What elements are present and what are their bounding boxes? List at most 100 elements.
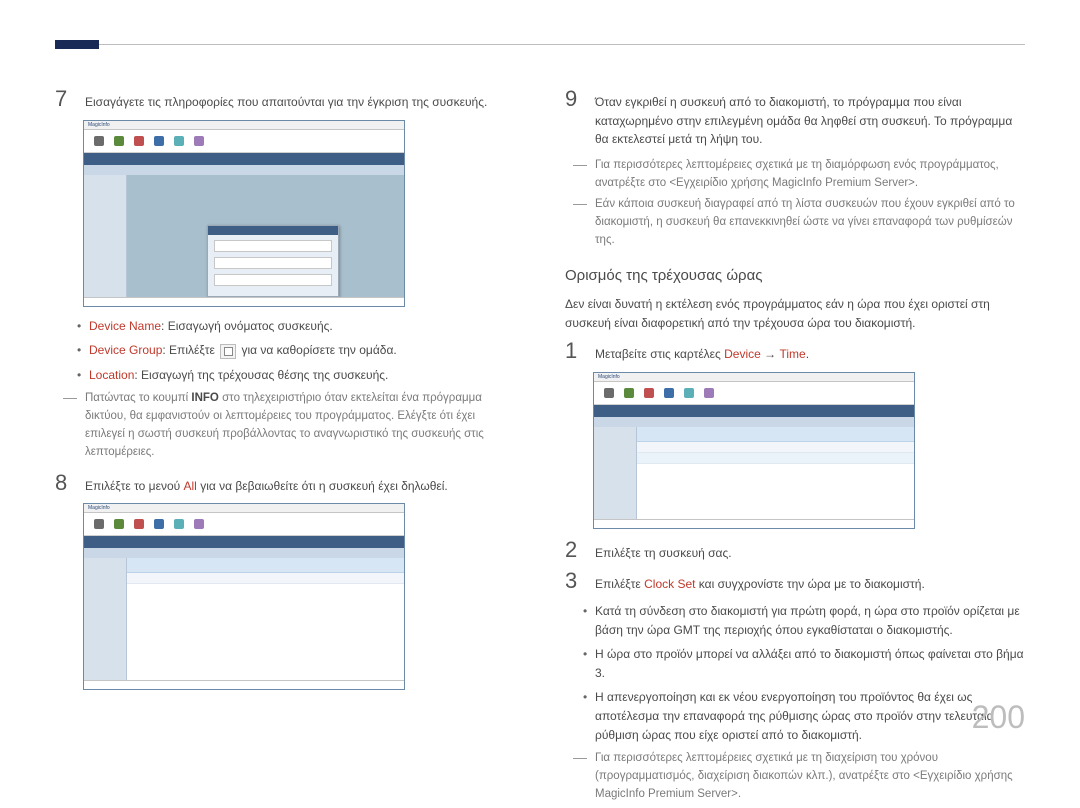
step-number: 1	[565, 340, 581, 362]
approval-dialog	[207, 225, 339, 297]
heading-set-time: Ορισμός της τρέχουσας ώρας	[565, 264, 1025, 287]
step-text: Επιλέξτε Clock Set και συγχρονίστε την ώ…	[595, 570, 925, 594]
sub-bullet: Η ώρα στο προϊόν μπορεί να αλλάξει από τ…	[583, 645, 1025, 682]
intro-text: Δεν είναι δυνατή η εκτέλεση ενός προγράμ…	[565, 295, 1025, 332]
step-text: Επιλέξτε το μενού All για να βεβαιωθείτε…	[85, 472, 448, 496]
toolbar-icon	[664, 388, 674, 398]
toolbar-icon	[174, 136, 184, 146]
term-location: Location	[89, 368, 134, 382]
note-text: Για περισσότερες λεπτομέρειες σχετικά με…	[595, 157, 1025, 193]
toolbar-icon	[94, 519, 104, 529]
list-header-row	[637, 427, 914, 442]
bullet-device-group: Device Group: Επιλέξτε για να καθορίσετε…	[77, 341, 515, 360]
screenshot-banner	[84, 536, 404, 548]
screenshot-banner	[84, 153, 404, 165]
toolbar-icon	[134, 136, 144, 146]
screenshot-toolbar	[594, 382, 914, 405]
note-dash-icon	[63, 398, 77, 461]
toolbar-icon	[194, 136, 204, 146]
dialog-field	[214, 240, 332, 252]
header-rule	[55, 40, 1025, 49]
toolbar-icon	[704, 388, 714, 398]
toolbar-icon	[154, 136, 164, 146]
sub-bullet: Κατά τη σύνδεση στο διακομιστή για πρώτη…	[583, 602, 1025, 639]
toolbar-icon	[114, 519, 124, 529]
toolbar-icon	[134, 519, 144, 529]
screenshot-toolbar	[84, 513, 404, 536]
screenshot-titlebar: MagicInfo	[594, 373, 914, 382]
screenshot-time-tab: MagicInfo	[593, 372, 915, 529]
group-select-icon	[220, 344, 236, 359]
page-number: 200	[972, 693, 1025, 743]
list-header-row	[127, 558, 404, 573]
screenshot-body	[84, 175, 404, 300]
list-row	[637, 442, 914, 453]
term-device-name: Device Name	[89, 319, 161, 333]
screenshot-titlebar: MagicInfo	[84, 121, 404, 130]
note-text: Πατώντας το κουμπί INFO στο τηλεχειριστή…	[85, 390, 515, 461]
step-number: 7	[55, 88, 71, 110]
step-text: Μεταβείτε στις καρτέλες Device → Time.	[595, 340, 809, 364]
screenshot-list	[637, 427, 914, 522]
step-number: 2	[565, 539, 581, 561]
screenshot-toolbar	[84, 130, 404, 153]
note-time-manual: Για περισσότερες λεπτομέρειες σχετικά με…	[573, 750, 1025, 803]
screenshot-sidebar	[84, 175, 127, 300]
note-info-button: Πατώντας το κουμπί INFO στο τηλεχειριστή…	[63, 390, 515, 461]
note-dash-icon	[573, 165, 587, 193]
left-column: 7 Εισαγάγετε τις πληροφορίες που απαιτού…	[55, 88, 515, 808]
time-sub-bullets: Κατά τη σύνδεση στο διακομιστή για πρώτη…	[583, 602, 1025, 744]
screenshot-list	[127, 558, 404, 683]
screenshot-subbar	[84, 548, 404, 558]
bullet-location: Location: Εισαγωγή της τρέχουσας θέσης τ…	[77, 366, 515, 385]
time-step-2: 2 Επιλέξτε τη συσκευή σας.	[565, 539, 1025, 563]
bullet-device-name: Device Name: Εισαγωγή ονόματος συσκευής.	[77, 317, 515, 336]
screenshot-footer	[84, 297, 404, 306]
document-page: 7 Εισαγάγετε τις πληροφορίες που απαιτού…	[0, 0, 1080, 763]
list-row	[127, 573, 404, 584]
step-8: 8 Επιλέξτε το μενού All για να βεβαιωθεί…	[55, 472, 515, 496]
step-number: 3	[565, 570, 581, 592]
dialog-header	[208, 226, 338, 235]
screenshot-footer	[84, 680, 404, 689]
toolbar-icon	[154, 519, 164, 529]
step-9: 9 Όταν εγκριθεί η συσκευή από το διακομι…	[565, 88, 1025, 149]
screenshot-banner	[594, 405, 914, 417]
screenshot-titlebar: MagicInfo	[84, 504, 404, 513]
step-text: Επιλέξτε τη συσκευή σας.	[595, 539, 732, 563]
note-manual-ref: Για περισσότερες λεπτομέρειες σχετικά με…	[573, 157, 1025, 193]
screenshot-body	[84, 558, 404, 683]
screenshot-device-list: MagicInfo	[83, 503, 405, 690]
screenshot-main	[127, 175, 404, 300]
right-column: 9 Όταν εγκριθεί η συσκευή από το διακομι…	[565, 88, 1025, 808]
two-column-layout: 7 Εισαγάγετε τις πληροφορίες που απαιτού…	[55, 88, 1025, 808]
screenshot-body	[594, 427, 914, 522]
step-number: 9	[565, 88, 581, 110]
step-7: 7 Εισαγάγετε τις πληροφορίες που απαιτού…	[55, 88, 515, 112]
list-row	[637, 453, 914, 464]
header-line	[99, 44, 1025, 45]
header-accent	[55, 40, 99, 49]
toolbar-icon	[94, 136, 104, 146]
note-dash-icon	[573, 758, 587, 803]
toolbar-icon	[684, 388, 694, 398]
toolbar-icon	[644, 388, 654, 398]
toolbar-icon	[174, 519, 184, 529]
note-text: Για περισσότερες λεπτομέρειες σχετικά με…	[595, 750, 1025, 803]
screenshot-sidebar	[84, 558, 127, 683]
step-text: Όταν εγκριθεί η συσκευή από το διακομιστ…	[595, 88, 1025, 149]
note-device-deleted: Εάν κάποια συσκευή διαγραφεί από τη λίστ…	[573, 196, 1025, 249]
toolbar-icon	[604, 388, 614, 398]
field-bullets: Device Name: Εισαγωγή ονόματος συσκευής.…	[77, 317, 515, 385]
dialog-field	[214, 274, 332, 286]
screenshot-sidebar	[594, 427, 637, 522]
note-text: Εάν κάποια συσκευή διαγραφεί από τη λίστ…	[595, 196, 1025, 249]
step-number: 8	[55, 472, 71, 494]
toolbar-icon	[114, 136, 124, 146]
sub-bullet: Η απενεργοποίηση και εκ νέου ενεργοποίησ…	[583, 688, 1025, 744]
screenshot-approval-dialog: MagicInfo	[83, 120, 405, 307]
term-device-group: Device Group	[89, 343, 162, 357]
time-step-3: 3 Επιλέξτε Clock Set και συγχρονίστε την…	[565, 570, 1025, 594]
time-step-1: 1 Μεταβείτε στις καρτέλες Device → Time.	[565, 340, 1025, 364]
screenshot-subbar	[84, 165, 404, 175]
